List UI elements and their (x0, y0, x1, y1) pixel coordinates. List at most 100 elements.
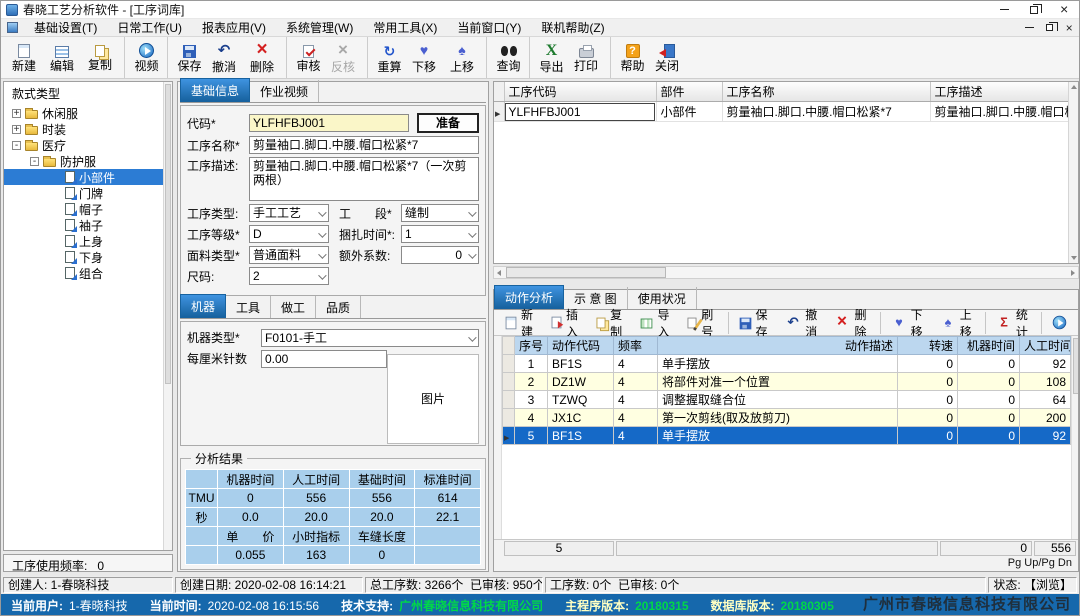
tree-expander-icon[interactable]: - (30, 157, 39, 166)
action-desc-cell[interactable]: 单手摆放 (658, 355, 898, 373)
minimize-button[interactable] (989, 1, 1019, 18)
action-toolbar-button[interactable]: 刷号 (680, 312, 724, 334)
bundle-time-select[interactable]: 1 (401, 225, 479, 243)
speed-cell[interactable]: 0 (898, 355, 958, 373)
menu-item[interactable]: 常用工具(X) (363, 18, 447, 37)
toolbar-button[interactable]: 查询 (486, 37, 524, 78)
speed-cell[interactable]: 0 (898, 427, 958, 445)
process-type-select[interactable]: 手工工艺 (249, 204, 329, 222)
tree-item[interactable]: 帽子 (4, 201, 172, 217)
toolbar-button[interactable]: 审核 (286, 37, 324, 78)
toolbar-button[interactable]: 下移 (405, 37, 443, 78)
mdi-restore-button[interactable] (1039, 19, 1059, 36)
scrollbar-thumb[interactable] (1073, 338, 1078, 394)
action-row[interactable]: 2 DZ1W 4 将部件对准一个位置 0 0 108 (503, 373, 1071, 391)
column-header[interactable]: 工序代码 (504, 82, 656, 102)
restore-button[interactable] (1019, 1, 1049, 18)
frequency-cell[interactable]: 4 (614, 355, 658, 373)
scrollbar-thumb[interactable] (165, 84, 171, 384)
action-row[interactable]: 3 TZWQ 4 调整握取缝合位 0 0 64 (503, 391, 1071, 409)
frequency-cell[interactable]: 4 (614, 409, 658, 427)
scroll-right-icon[interactable] (1071, 270, 1075, 276)
tree-item[interactable]: - 医疗 (4, 137, 172, 153)
tree-expander-icon[interactable]: - (12, 141, 21, 150)
toolbar-button[interactable]: 新建 (5, 37, 43, 78)
action-column-header[interactable]: 动作代码 (548, 337, 614, 355)
frequency-cell[interactable]: 4 (614, 373, 658, 391)
menu-item[interactable]: 日常工作(U) (107, 18, 192, 37)
tree-item[interactable]: 小部件 (4, 169, 172, 185)
tab[interactable]: 品质 (316, 296, 361, 318)
tab[interactable]: 做工 (271, 296, 316, 318)
toolbar-button[interactable]: 上移 (443, 37, 481, 78)
tree-item[interactable]: + 时装 (4, 121, 172, 137)
scroll-down-icon[interactable] (1071, 256, 1077, 260)
tree-item[interactable]: - 防护服 (4, 153, 172, 169)
process-code-cell[interactable]: YLFHFBJ001 (504, 102, 656, 122)
scrollbar-thumb[interactable] (506, 267, 666, 278)
toolbar-button[interactable]: 打印 (567, 37, 605, 78)
toolbar-button[interactable]: 视频 (124, 37, 162, 78)
action-desc-cell[interactable]: 调整握取缝合位 (658, 391, 898, 409)
tab[interactable]: 作业视频 (250, 80, 319, 102)
mdi-close-button[interactable] (1059, 19, 1079, 36)
action-toolbar-button[interactable]: 删除 (827, 312, 876, 334)
toolbar-button[interactable]: 删除 (243, 37, 281, 78)
column-header[interactable]: 部件 (656, 82, 722, 102)
toolbar-button[interactable]: 编辑 (43, 37, 81, 78)
tree-expander-icon[interactable]: + (12, 109, 21, 118)
tab[interactable]: 工具 (226, 296, 271, 318)
seq-cell[interactable]: 5 (515, 427, 548, 445)
toolbar-button[interactable]: 导出 (529, 37, 567, 78)
action-code-cell[interactable]: BF1S (548, 355, 614, 373)
toolbar-button[interactable]: 撤消 (205, 37, 243, 78)
action-toolbar-button[interactable]: 下移 (880, 312, 933, 334)
fabric-type-select[interactable]: 普通面料 (249, 246, 329, 264)
action-row[interactable]: 4 JX1C 4 第一次剪线(取及放剪刀) 0 0 200 (503, 409, 1071, 427)
tab[interactable]: 机器 (180, 294, 226, 318)
action-toolbar-button[interactable]: 插入 (544, 312, 589, 334)
action-toolbar-button[interactable]: 统计 (985, 312, 1038, 334)
frequency-cell[interactable]: 4 (614, 391, 658, 409)
speed-cell[interactable]: 0 (898, 373, 958, 391)
tree-item[interactable]: 上身 (4, 233, 172, 249)
action-toolbar-button[interactable]: 保存 (728, 312, 779, 334)
toolbar-button[interactable]: 帮助 (610, 37, 648, 78)
prepare-button[interactable]: 准备 (417, 113, 479, 133)
tree-item[interactable]: 袖子 (4, 217, 172, 233)
action-code-cell[interactable]: DZ1W (548, 373, 614, 391)
menu-item[interactable]: 报表应用(V) (192, 18, 276, 37)
labor-time-cell[interactable]: 200 (1020, 409, 1071, 427)
size-select[interactable]: 2 (249, 267, 329, 285)
seq-cell[interactable]: 3 (515, 391, 548, 409)
scroll-left-icon[interactable] (497, 270, 501, 276)
process-name-cell[interactable]: 剪量袖口.脚口.中腰.帽口松紧*7 (722, 102, 930, 122)
seq-cell[interactable]: 4 (515, 409, 548, 427)
stitches-input[interactable]: 0.00 (261, 350, 387, 368)
machine-time-cell[interactable]: 0 (958, 427, 1020, 445)
machine-time-cell[interactable]: 0 (958, 409, 1020, 427)
grade-select[interactable]: D (249, 225, 329, 243)
toolbar-button[interactable]: 保存 (167, 37, 205, 78)
action-code-cell[interactable]: JX1C (548, 409, 614, 427)
tree-item[interactable]: 组合 (4, 265, 172, 281)
labor-time-cell[interactable]: 92 (1020, 427, 1071, 445)
column-header[interactable]: 工序描述 (930, 82, 1070, 102)
seq-cell[interactable]: 1 (515, 355, 548, 373)
process-name-input[interactable]: 剪量袖口.脚口.中腰.帽口松紧*7 (249, 136, 479, 154)
tree-scrollbar[interactable] (163, 82, 172, 550)
menu-item[interactable]: 当前窗口(Y) (447, 18, 531, 37)
stage-select[interactable]: 缝制 (401, 204, 479, 222)
machine-time-cell[interactable]: 0 (958, 355, 1020, 373)
seq-cell[interactable]: 2 (515, 373, 548, 391)
machine-time-cell[interactable]: 0 (958, 373, 1020, 391)
action-row[interactable]: 5 BF1S 4 单手摆放 0 0 92 (503, 427, 1071, 445)
labor-time-cell[interactable]: 64 (1020, 391, 1071, 409)
toolbar-button[interactable]: 重算 (367, 37, 405, 78)
labor-time-cell[interactable]: 92 (1020, 355, 1071, 373)
action-toolbar-button[interactable] (1041, 312, 1078, 334)
tree-expander-icon[interactable]: + (12, 125, 21, 134)
process-desc-cell[interactable]: 剪量袖口.脚口.中腰.帽口松紧*7（一次剪两根） (930, 102, 1070, 122)
action-desc-cell[interactable]: 单手摆放 (658, 427, 898, 445)
action-scrollbar[interactable] (1071, 336, 1078, 539)
